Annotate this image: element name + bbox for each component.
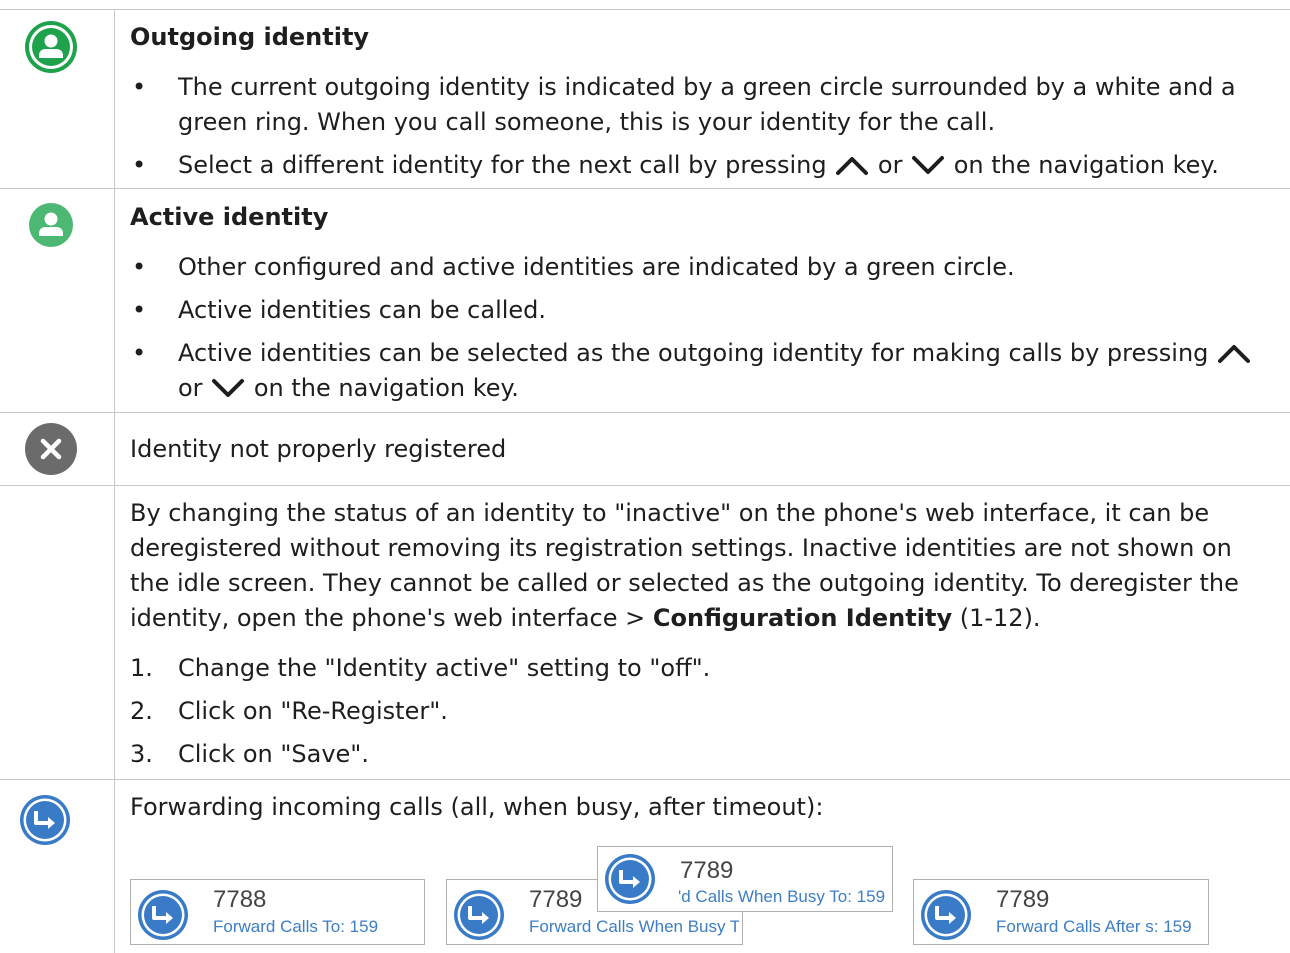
- table-column-divider: [114, 9, 115, 953]
- phone-screen-forward-timeout: 7789 Forward Calls After s: 159: [913, 879, 1209, 945]
- chevron-up-icon: [836, 157, 869, 175]
- step-1-number: 1.: [130, 654, 153, 682]
- active-identity-cell: Active identity Other configured and act…: [130, 200, 1280, 406]
- step-2-number: 2.: [130, 697, 153, 725]
- forward-status-label: Forward Calls After s: 159: [996, 917, 1192, 936]
- outgoing-identity-title: Outgoing identity: [130, 23, 370, 51]
- phone-number: 7788: [213, 886, 267, 913]
- active-bullet-3-post: on the navigation key.: [253, 374, 519, 402]
- table-divider-4: [0, 779, 1290, 780]
- forward-arrow-icon: [19, 794, 71, 850]
- outgoing-identity-cell: Outgoing identity The current outgoing i…: [130, 20, 1280, 183]
- not-registered-cell: Identity not properly registered: [130, 432, 1280, 467]
- close-icon: [24, 422, 78, 480]
- forward-arrow-icon: [454, 890, 504, 940]
- active-bullet-3: Active identities can be selected as the…: [130, 336, 1280, 406]
- active-bullet-2: Active identities can be called.: [130, 293, 1280, 328]
- outgoing-bullet-1: The current outgoing identity is indicat…: [130, 70, 1280, 140]
- step-1: 1. Change the "Identity active" setting …: [130, 651, 1240, 686]
- forward-status-label: 'd Calls When Busy To: 159: [678, 887, 886, 906]
- table-border-top: [0, 9, 1290, 10]
- outgoing-bullet-2-pre: Select a different identity for the next…: [178, 151, 827, 179]
- step-2-text: Click on "Re-Register".: [178, 697, 448, 725]
- forward-status-label: Forward Calls When Busy T: [529, 917, 739, 936]
- person-icon: [27, 201, 75, 253]
- active-identity-title: Active identity: [130, 203, 329, 231]
- outgoing-bullet-2-or: or: [877, 151, 903, 179]
- outgoing-bullet-2: Select a different identity for the next…: [130, 148, 1280, 183]
- phone-screen-forward-all: 7788 Forward Calls To: 159: [130, 879, 425, 945]
- forward-arrow-icon: [605, 854, 655, 904]
- step-2: 2. Click on "Re-Register".: [130, 694, 1240, 729]
- chevron-down-icon: [212, 379, 245, 397]
- active-bullet-3-pre: Active identities can be selected as the…: [178, 339, 1209, 367]
- table-divider-2: [0, 412, 1290, 413]
- chevron-up-icon: [1218, 345, 1251, 363]
- chevron-down-icon: [912, 156, 945, 174]
- inactive-paragraph: By changing the status of an identity to…: [130, 496, 1240, 636]
- phone-number: 7789: [996, 886, 1050, 913]
- active-bullet-1-text: Other configured and active identities a…: [178, 253, 1015, 281]
- step-1-text: Change the "Identity active" setting to …: [178, 654, 711, 682]
- phone-number: 7789: [680, 857, 734, 884]
- step-3-number: 3.: [130, 740, 153, 768]
- phone-screen-forward-busy-scrolled: 7789 'd Calls When Busy To: 159: [597, 846, 893, 912]
- not-registered-text: Identity not properly registered: [130, 435, 507, 463]
- active-bullet-2-text: Active identities can be called.: [178, 296, 547, 324]
- active-bullet-1: Other configured and active identities a…: [130, 250, 1280, 285]
- person-icon: [24, 20, 78, 78]
- forward-arrow-icon: [138, 890, 188, 940]
- forward-status-label: Forward Calls To: 159: [213, 917, 379, 936]
- forward-arrow-icon: [921, 890, 971, 940]
- active-bullet-3-or: or: [178, 374, 203, 402]
- outgoing-bullet-2-post: on the navigation key.: [953, 151, 1219, 179]
- forwarding-text: Forwarding incoming calls (all, when bus…: [130, 793, 824, 821]
- outgoing-bullet-1-text: The current outgoing identity is indicat…: [178, 73, 1236, 136]
- inactive-paragraph-suffix: (1-12).: [959, 604, 1041, 632]
- table-divider-1: [0, 188, 1290, 189]
- step-3: 3. Click on "Save".: [130, 737, 1240, 772]
- inactive-cell: By changing the status of an identity to…: [130, 496, 1240, 772]
- step-3-text: Click on "Save".: [178, 740, 369, 768]
- forwarding-cell: Forwarding incoming calls (all, when bus…: [130, 790, 1280, 825]
- configuration-identity-label: Configuration Identity: [652, 604, 953, 632]
- table-divider-3: [0, 485, 1290, 486]
- phone-number: 7789: [529, 886, 583, 913]
